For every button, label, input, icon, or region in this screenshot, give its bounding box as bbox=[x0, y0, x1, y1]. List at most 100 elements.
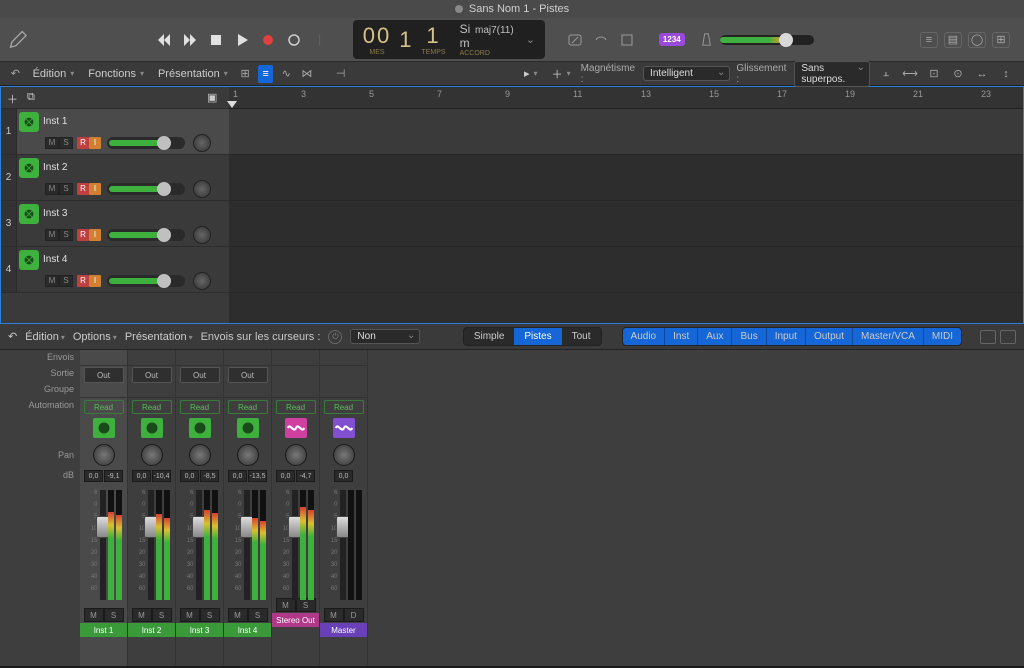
send-slot[interactable] bbox=[320, 350, 367, 366]
strip-solo-button[interactable]: S bbox=[200, 608, 220, 622]
forward-button[interactable] bbox=[181, 31, 199, 49]
group-slot[interactable] bbox=[224, 384, 271, 398]
presentation-menu[interactable]: Présentation bbox=[154, 66, 232, 82]
mute-button[interactable]: M bbox=[45, 275, 59, 287]
arrange-body[interactable] bbox=[229, 109, 1023, 323]
edition-menu[interactable]: Édition bbox=[29, 66, 79, 82]
play-button[interactable] bbox=[233, 31, 251, 49]
zoom-icon[interactable]: ⊡ bbox=[924, 65, 944, 83]
drag-select[interactable]: Sans superpos. bbox=[794, 61, 870, 87]
filter-inst[interactable]: Inst bbox=[665, 328, 698, 345]
freeze-icon[interactable]: ▣ bbox=[207, 91, 223, 105]
h-scroll-icon[interactable]: ↔ bbox=[972, 65, 992, 83]
lcd-display[interactable]: 00 MES 1 1 TEMPS Si m maj7(11) ACCORD ⌄ bbox=[353, 20, 545, 59]
fonctions-menu[interactable]: Fonctions bbox=[84, 66, 148, 82]
strip-solo-button[interactable]: D bbox=[344, 608, 364, 622]
mute-button[interactable]: M bbox=[45, 137, 59, 149]
track-row[interactable]: 4Inst 4MSRI bbox=[1, 247, 229, 293]
strip-mute-button[interactable]: M bbox=[324, 608, 344, 622]
seg-pistes[interactable]: Pistes bbox=[514, 328, 561, 345]
channel-strip[interactable]: OutRead0,0-13,5605101520304060MSInst 4 bbox=[224, 350, 272, 666]
strip-name[interactable]: Inst 1 bbox=[80, 623, 127, 637]
track-volume-slider[interactable] bbox=[107, 229, 185, 241]
solo-icon[interactable] bbox=[593, 32, 609, 48]
v-scroll-icon[interactable]: ↕ bbox=[996, 65, 1016, 83]
db-value[interactable]: 0,0 bbox=[276, 470, 295, 482]
automation-read-button[interactable]: Read bbox=[276, 400, 316, 414]
strip-instrument-icon[interactable] bbox=[285, 418, 307, 438]
channel-strip[interactable]: Read0,0-4,7605101520304060BncMSStereo Ou… bbox=[272, 350, 320, 666]
pan-knob[interactable] bbox=[285, 444, 307, 466]
solo-button[interactable]: S bbox=[59, 229, 73, 241]
mixer-options-menu[interactable]: Options bbox=[73, 331, 117, 343]
fader-track[interactable] bbox=[292, 490, 298, 600]
strip-name[interactable]: Inst 2 bbox=[128, 623, 175, 637]
strip-name[interactable]: Stereo Out bbox=[272, 613, 319, 627]
channel-strip[interactable]: OutRead0,0-10,4605101520304060MSInst 2 bbox=[128, 350, 176, 666]
instrument-icon[interactable] bbox=[19, 112, 39, 132]
strip-mute-button[interactable]: M bbox=[228, 608, 248, 622]
stop-button[interactable] bbox=[207, 31, 225, 49]
master-volume-knob[interactable] bbox=[779, 33, 793, 47]
automation-icon[interactable]: ∿ bbox=[279, 65, 294, 83]
output-button[interactable]: Out bbox=[132, 367, 172, 383]
peak-value[interactable]: -10,4 bbox=[152, 470, 171, 482]
pan-knob[interactable] bbox=[141, 444, 163, 466]
record-enable-button[interactable]: R bbox=[77, 183, 89, 195]
track-volume-slider[interactable] bbox=[107, 183, 185, 195]
strip-solo-button[interactable]: S bbox=[104, 608, 124, 622]
automation-read-button[interactable]: Read bbox=[324, 400, 364, 414]
flex-icon[interactable]: ⋈ bbox=[300, 65, 315, 83]
db-value[interactable]: 0,0 bbox=[334, 470, 353, 482]
strip-instrument-icon[interactable] bbox=[237, 418, 259, 438]
track-pan-knob[interactable] bbox=[193, 134, 211, 152]
filter-output[interactable]: Output bbox=[806, 328, 853, 345]
zoom-fit-icon[interactable]: ⊙ bbox=[948, 65, 968, 83]
metronome-icon[interactable] bbox=[699, 32, 714, 48]
instrument-icon[interactable] bbox=[19, 250, 39, 270]
automation-read-button[interactable]: Read bbox=[180, 400, 220, 414]
loop-browser-icon[interactable]: ◯ bbox=[968, 32, 986, 48]
pan-knob[interactable] bbox=[333, 444, 355, 466]
db-value[interactable]: 0,0 bbox=[180, 470, 199, 482]
send-slot[interactable] bbox=[128, 350, 175, 366]
automation-read-button[interactable]: Read bbox=[84, 400, 124, 414]
list-icon[interactable]: ≡ bbox=[258, 65, 273, 83]
automation-read-button[interactable]: Read bbox=[228, 400, 268, 414]
cycle-button[interactable] bbox=[285, 31, 303, 49]
mixer-presentation-menu[interactable]: Présentation bbox=[125, 331, 193, 343]
input-monitor-button[interactable]: I bbox=[89, 275, 101, 287]
arrange-lane[interactable] bbox=[229, 201, 1023, 247]
channel-strip[interactable]: Read0,0605101520304060MDMaster bbox=[320, 350, 368, 666]
alt-tool[interactable]: ＋ bbox=[548, 64, 575, 84]
master-volume-slider[interactable] bbox=[720, 35, 814, 45]
input-monitor-button[interactable]: I bbox=[89, 229, 101, 241]
panel-right-icon[interactable] bbox=[1000, 330, 1016, 344]
group-slot[interactable] bbox=[128, 384, 175, 398]
notes-view-icon[interactable]: ▤ bbox=[944, 32, 962, 48]
output-button[interactable]: Out bbox=[84, 367, 124, 383]
peak-value[interactable]: -8,5 bbox=[200, 470, 219, 482]
strip-name[interactable]: Inst 3 bbox=[176, 623, 223, 637]
zoom-h-icon[interactable]: ⟷ bbox=[900, 65, 920, 83]
sends-select[interactable]: Non bbox=[350, 329, 420, 344]
input-monitor-button[interactable]: I bbox=[89, 137, 101, 149]
channel-strip[interactable]: OutRead0,0-9,1605101520304060MSInst 1 bbox=[80, 350, 128, 666]
ruler[interactable]: 1357911131517192123 bbox=[229, 87, 1023, 109]
record-enable-button[interactable]: R bbox=[77, 275, 89, 287]
fader-track[interactable] bbox=[196, 490, 202, 600]
solo-button[interactable]: S bbox=[59, 137, 73, 149]
duplicate-track-icon[interactable]: ⧉ bbox=[27, 91, 43, 105]
filter-input[interactable]: Input bbox=[767, 328, 806, 345]
sends-power-icon[interactable]: ⏻ bbox=[328, 330, 342, 344]
track-row[interactable]: 3Inst 3MSRI bbox=[1, 201, 229, 247]
strip-instrument-icon[interactable] bbox=[333, 418, 355, 438]
waveform-icon[interactable]: ⫠ bbox=[876, 65, 896, 83]
arrange-lane[interactable] bbox=[229, 247, 1023, 293]
seg-tout[interactable]: Tout bbox=[562, 328, 601, 345]
strip-name[interactable]: Master bbox=[320, 623, 367, 637]
channel-strip[interactable]: OutRead0,0-8,5605101520304060MSInst 3 bbox=[176, 350, 224, 666]
strip-instrument-icon[interactable] bbox=[141, 418, 163, 438]
back-arrow-icon[interactable]: ↶ bbox=[8, 330, 17, 343]
lcd-chevron-icon[interactable]: ⌄ bbox=[526, 33, 535, 46]
